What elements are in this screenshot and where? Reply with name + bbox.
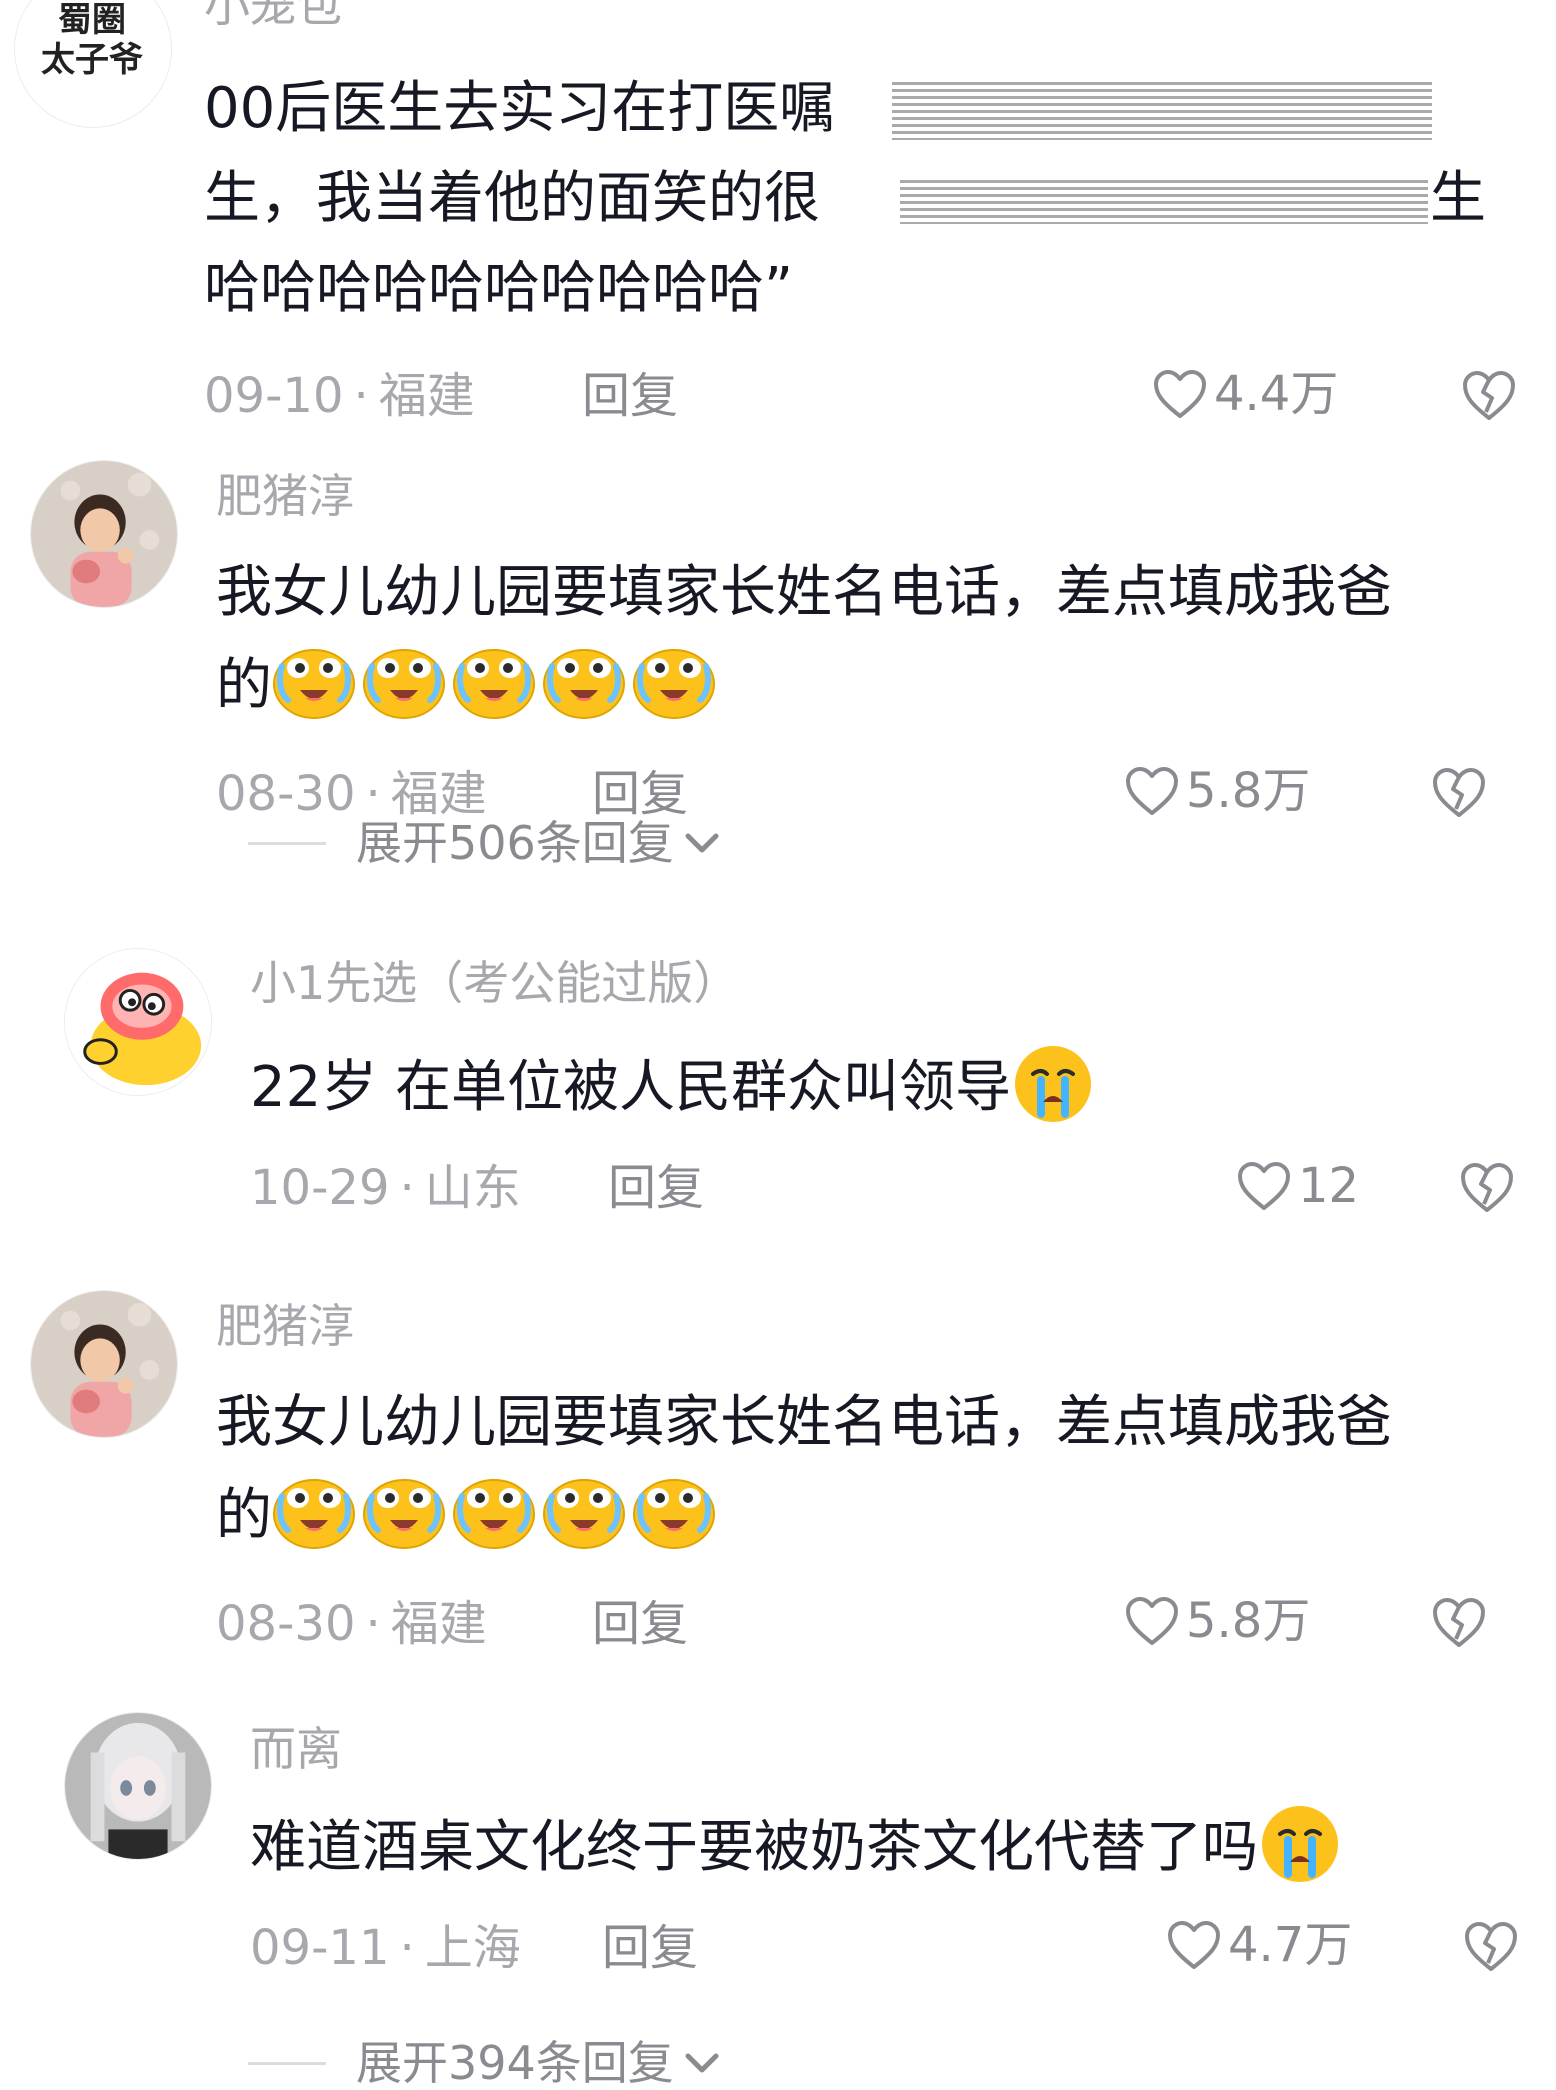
avatar-cartoon xyxy=(65,949,211,1095)
comment-text: 22岁 在单位被人民群众叫领导 xyxy=(250,1040,1101,1130)
redaction-bar xyxy=(900,180,1428,224)
redaction-bar xyxy=(892,82,1432,140)
comment-meta: 09-11 · 上海 xyxy=(250,1920,521,1976)
dislike-button[interactable] xyxy=(1458,1160,1516,1214)
username[interactable]: 而离 xyxy=(250,1726,342,1772)
reply-button[interactable]: 回复 xyxy=(592,1600,688,1648)
expand-replies-button[interactable]: 展开506条回复 xyxy=(248,820,722,866)
like-count: 4.4万 xyxy=(1214,366,1339,422)
crying-laughing-emoji xyxy=(452,638,536,722)
like-count: 12 xyxy=(1298,1158,1360,1214)
comment-location: 福建 xyxy=(390,766,487,822)
avatar-photo xyxy=(31,461,177,607)
comment-text: 难道酒桌文化终于要被奶茶文化代替了吗 xyxy=(250,1800,1348,1890)
username[interactable]: 肥猪淳 xyxy=(216,1303,354,1349)
like-button[interactable]: 12 xyxy=(1236,1160,1359,1212)
crying-laughing-emoji xyxy=(452,1468,536,1552)
comment-meta: 10-29 · 山东 xyxy=(250,1160,521,1216)
crying-laughing-emoji xyxy=(272,1468,356,1552)
crying-laughing-emoji xyxy=(632,638,716,722)
reply-button[interactable]: 回复 xyxy=(602,1924,698,1972)
broken-heart-icon xyxy=(1462,1919,1520,1973)
expand-replies-button[interactable]: 展开394条回复 xyxy=(248,2040,722,2086)
comment-text: 00后医生去实习在打医嘱 生，我当着他的面笑的很 哈哈哈哈哈哈哈哈哈哈” xyxy=(204,76,836,321)
avatar-anime xyxy=(65,1713,211,1859)
crying-laughing-emoji xyxy=(542,1468,626,1552)
crying-emoji xyxy=(1011,1040,1095,1124)
comment-location: 福建 xyxy=(378,368,475,424)
crying-laughing-emoji xyxy=(632,1468,716,1552)
chevron-down-icon xyxy=(682,2048,722,2078)
username[interactable]: 小1先选（考公能过版） xyxy=(250,960,739,1006)
avatar-logo-text: 蜀圈 太子爷 xyxy=(41,0,143,80)
divider xyxy=(248,2061,326,2065)
comment-date: 09-11 xyxy=(250,1920,390,1976)
crying-emoji xyxy=(1258,1800,1342,1884)
comment-date: 08-30 xyxy=(216,766,356,822)
like-button[interactable]: 5.8万 xyxy=(1124,1595,1310,1647)
comment-meta: 09-10 · 福建 xyxy=(204,368,475,424)
dislike-button[interactable] xyxy=(1430,1595,1488,1649)
comment-meta: 08-30 · 福建 xyxy=(216,766,487,822)
broken-heart-icon xyxy=(1430,1595,1488,1649)
reply-button[interactable]: 回复 xyxy=(592,770,688,818)
expand-replies-label: 展开394条回复 xyxy=(356,2036,674,2090)
comment-date: 10-29 xyxy=(250,1160,390,1216)
chevron-down-icon xyxy=(682,828,722,858)
like-button[interactable]: 4.7万 xyxy=(1166,1919,1352,1971)
dislike-button[interactable] xyxy=(1462,1919,1520,1973)
avatar[interactable] xyxy=(30,1290,178,1438)
comment-meta: 08-30 · 福建 xyxy=(216,1596,487,1652)
divider xyxy=(248,841,326,845)
comment-text: 我女儿幼儿园要填家长姓名电话，差点填成我爸 的 xyxy=(216,1378,1392,1558)
crying-laughing-emoji xyxy=(362,638,446,722)
username[interactable]: 肥猪淳 xyxy=(216,473,354,519)
heart-outline-icon xyxy=(1152,368,1208,420)
comment-text: 我女儿幼儿园要填家长姓名电话，差点填成我爸 的 xyxy=(216,548,1392,728)
crying-laughing-emoji xyxy=(272,638,356,722)
dislike-button[interactable] xyxy=(1460,368,1518,422)
crying-laughing-emoji xyxy=(362,1468,446,1552)
expand-replies-label: 展开506条回复 xyxy=(356,816,674,870)
like-count: 5.8万 xyxy=(1186,763,1311,819)
like-button[interactable]: 5.8万 xyxy=(1124,765,1310,817)
comment-location: 上海 xyxy=(424,1920,521,1976)
comment-text-tail: 生 xyxy=(1430,166,1486,231)
broken-heart-icon xyxy=(1460,368,1518,422)
username[interactable]: 小笼包 xyxy=(204,0,342,28)
reply-button[interactable]: 回复 xyxy=(582,372,678,420)
avatar[interactable] xyxy=(30,460,178,608)
heart-outline-icon xyxy=(1124,1595,1180,1647)
comment-date: 09-10 xyxy=(204,368,344,424)
heart-outline-icon xyxy=(1124,765,1180,817)
comment-location: 山东 xyxy=(424,1160,521,1216)
comment-location: 福建 xyxy=(390,1596,487,1652)
like-count: 5.8万 xyxy=(1186,1593,1311,1649)
reply-button[interactable]: 回复 xyxy=(608,1164,704,1212)
avatar[interactable] xyxy=(64,948,212,1096)
like-button[interactable]: 4.4万 xyxy=(1152,368,1338,420)
broken-heart-icon xyxy=(1458,1160,1516,1214)
crying-laughing-emoji xyxy=(542,638,626,722)
comment-date: 08-30 xyxy=(216,1596,356,1652)
heart-outline-icon xyxy=(1236,1160,1292,1212)
broken-heart-icon xyxy=(1430,765,1488,819)
dislike-button[interactable] xyxy=(1430,765,1488,819)
heart-outline-icon xyxy=(1166,1919,1222,1971)
avatar[interactable] xyxy=(64,1712,212,1860)
avatar-photo xyxy=(31,1291,177,1437)
like-count: 4.7万 xyxy=(1228,1917,1353,1973)
